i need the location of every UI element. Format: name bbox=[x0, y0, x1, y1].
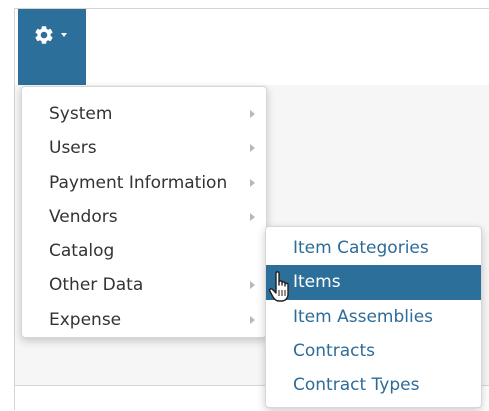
top-bar bbox=[15, 9, 489, 85]
chevron-right-icon bbox=[250, 212, 255, 221]
menu-item-label: Other Data bbox=[49, 275, 144, 296]
menu-item-catalog[interactable]: Catalog bbox=[22, 234, 266, 268]
submenu-item-item-categories[interactable]: Item Categories bbox=[266, 231, 481, 265]
chevron-right-icon bbox=[250, 315, 255, 324]
chevron-right-icon bbox=[250, 144, 255, 153]
menu-item-system[interactable]: System bbox=[22, 97, 266, 131]
menu-item-label: Catalog bbox=[49, 241, 115, 262]
submenu-item-items[interactable]: Items bbox=[266, 265, 481, 300]
chevron-right-icon bbox=[250, 178, 255, 187]
submenu-item-contract-types[interactable]: Contract Types bbox=[266, 368, 481, 402]
menu-item-expense[interactable]: Expense bbox=[22, 303, 266, 337]
menu-item-users[interactable]: Users bbox=[22, 131, 266, 165]
chevron-right-icon bbox=[250, 110, 255, 118]
gear-icon bbox=[35, 26, 53, 44]
hand-pointer-icon bbox=[268, 271, 289, 302]
catalog-submenu: Item Categories Items Item Assemblies Co… bbox=[265, 226, 482, 408]
menu-item-payment-information[interactable]: Payment Information bbox=[22, 166, 266, 200]
menu-item-label: Expense bbox=[49, 309, 122, 330]
settings-menu: System Users Payment Information Vendors… bbox=[21, 86, 267, 338]
menu-item-label: Payment Information bbox=[49, 172, 228, 193]
submenu-item-contracts[interactable]: Contracts bbox=[266, 334, 481, 368]
chevron-right-icon bbox=[250, 281, 255, 290]
menu-item-other-data[interactable]: Other Data bbox=[22, 268, 266, 302]
menu-item-label: Users bbox=[49, 138, 97, 159]
menu-item-vendors[interactable]: Vendors bbox=[22, 200, 266, 234]
caret-down-icon bbox=[61, 33, 67, 37]
menu-item-label: System bbox=[49, 104, 113, 124]
settings-dropdown-button[interactable] bbox=[18, 9, 86, 85]
menu-item-label: Vendors bbox=[49, 206, 118, 227]
submenu-item-item-assemblies[interactable]: Item Assemblies bbox=[266, 300, 481, 334]
